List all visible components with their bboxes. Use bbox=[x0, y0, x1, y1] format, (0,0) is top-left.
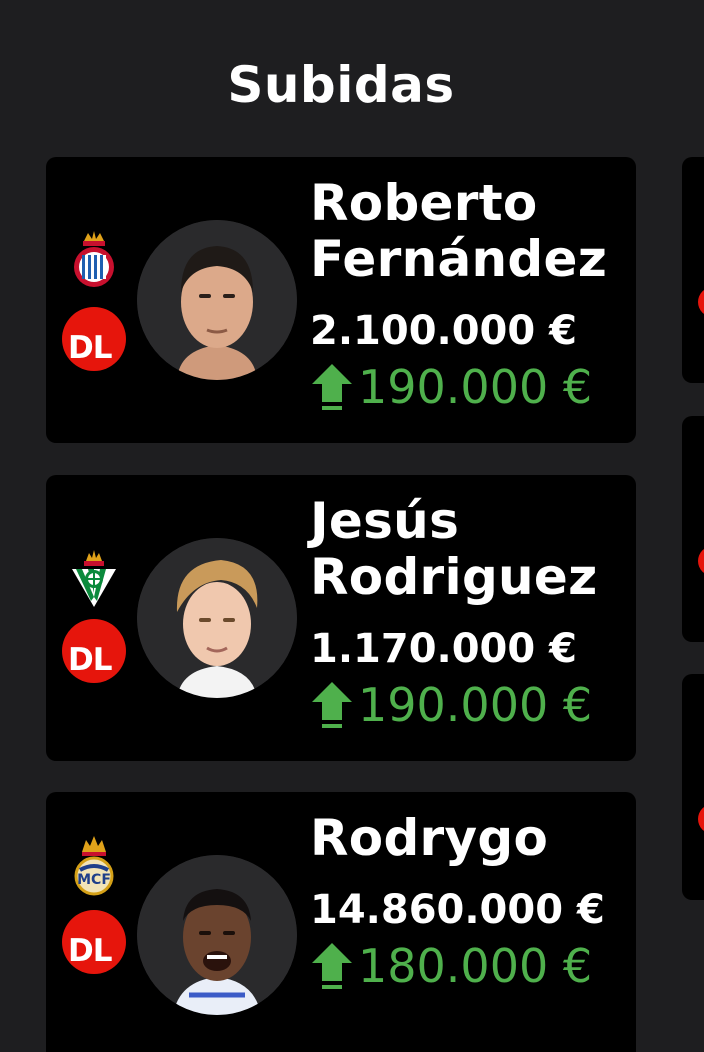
arrow-up-icon bbox=[312, 682, 352, 728]
espanyol-crest-icon bbox=[74, 231, 114, 287]
player-name-line: Roberto bbox=[310, 174, 538, 232]
position-badge bbox=[698, 287, 704, 317]
real-madrid-crest-icon: MCF bbox=[74, 836, 114, 896]
player-name-line: Rodrygo bbox=[310, 809, 549, 867]
position-badge bbox=[698, 804, 704, 834]
arrow-up-icon bbox=[312, 364, 352, 410]
next-column-card[interactable] bbox=[682, 416, 704, 642]
player-avatar bbox=[137, 538, 297, 698]
value-change-row: 180.000 € bbox=[310, 940, 630, 992]
value-change: 190.000 € bbox=[358, 360, 593, 414]
player-name: Roberto Fernández bbox=[310, 175, 630, 287]
market-value: 14.860.000 € bbox=[310, 887, 605, 933]
player-info: Roberto Fernández 2.100.000 € 190.000 € bbox=[310, 175, 630, 413]
player-name: Rodrygo bbox=[310, 810, 630, 866]
position-badge bbox=[698, 546, 704, 576]
player-name: Jesús Rodriguez bbox=[310, 493, 630, 605]
market-value: 1.170.000 € bbox=[310, 626, 577, 672]
player-info: Rodrygo 14.860.000 € 180.000 € bbox=[310, 810, 630, 992]
market-rises-page: Subidas DL Roberto Fernández 2.100.000 €… bbox=[0, 0, 704, 1052]
player-card-rodrygo[interactable]: MCF DL Rodrygo 14.860.000 € 180.000 € bbox=[46, 792, 636, 1052]
section-title: Subidas bbox=[227, 56, 455, 114]
position-badge: DL bbox=[62, 619, 126, 683]
value-change-row: 190.000 € bbox=[310, 361, 630, 413]
player-avatar bbox=[137, 855, 297, 1015]
real-betis-crest-icon bbox=[72, 550, 116, 607]
player-info: Jesús Rodriguez 1.170.000 € 190.000 € bbox=[310, 493, 630, 731]
position-badge: DL bbox=[62, 307, 126, 371]
market-value: 2.100.000 € bbox=[310, 308, 577, 354]
position-label: DL bbox=[68, 642, 112, 678]
player-name-line: Rodriguez bbox=[310, 548, 598, 606]
svg-text:MCF: MCF bbox=[77, 872, 111, 888]
next-column-card[interactable] bbox=[682, 157, 704, 383]
arrow-up-icon bbox=[312, 943, 352, 989]
position-label: DL bbox=[68, 933, 112, 969]
value-change-row: 190.000 € bbox=[310, 679, 630, 731]
position-badge: DL bbox=[62, 910, 126, 974]
value-change: 190.000 € bbox=[358, 678, 593, 732]
player-name-line: Jesús bbox=[310, 492, 460, 550]
position-label: DL bbox=[68, 330, 112, 366]
player-avatar bbox=[137, 220, 297, 380]
next-column-card[interactable] bbox=[682, 674, 704, 900]
player-card-roberto-fernandez[interactable]: DL Roberto Fernández 2.100.000 € 190.000… bbox=[46, 157, 636, 443]
player-card-jesus-rodriguez[interactable]: DL Jesús Rodriguez 1.170.000 € 190.000 € bbox=[46, 475, 636, 761]
value-change: 180.000 € bbox=[358, 939, 593, 993]
player-name-line: Fernández bbox=[310, 230, 608, 288]
